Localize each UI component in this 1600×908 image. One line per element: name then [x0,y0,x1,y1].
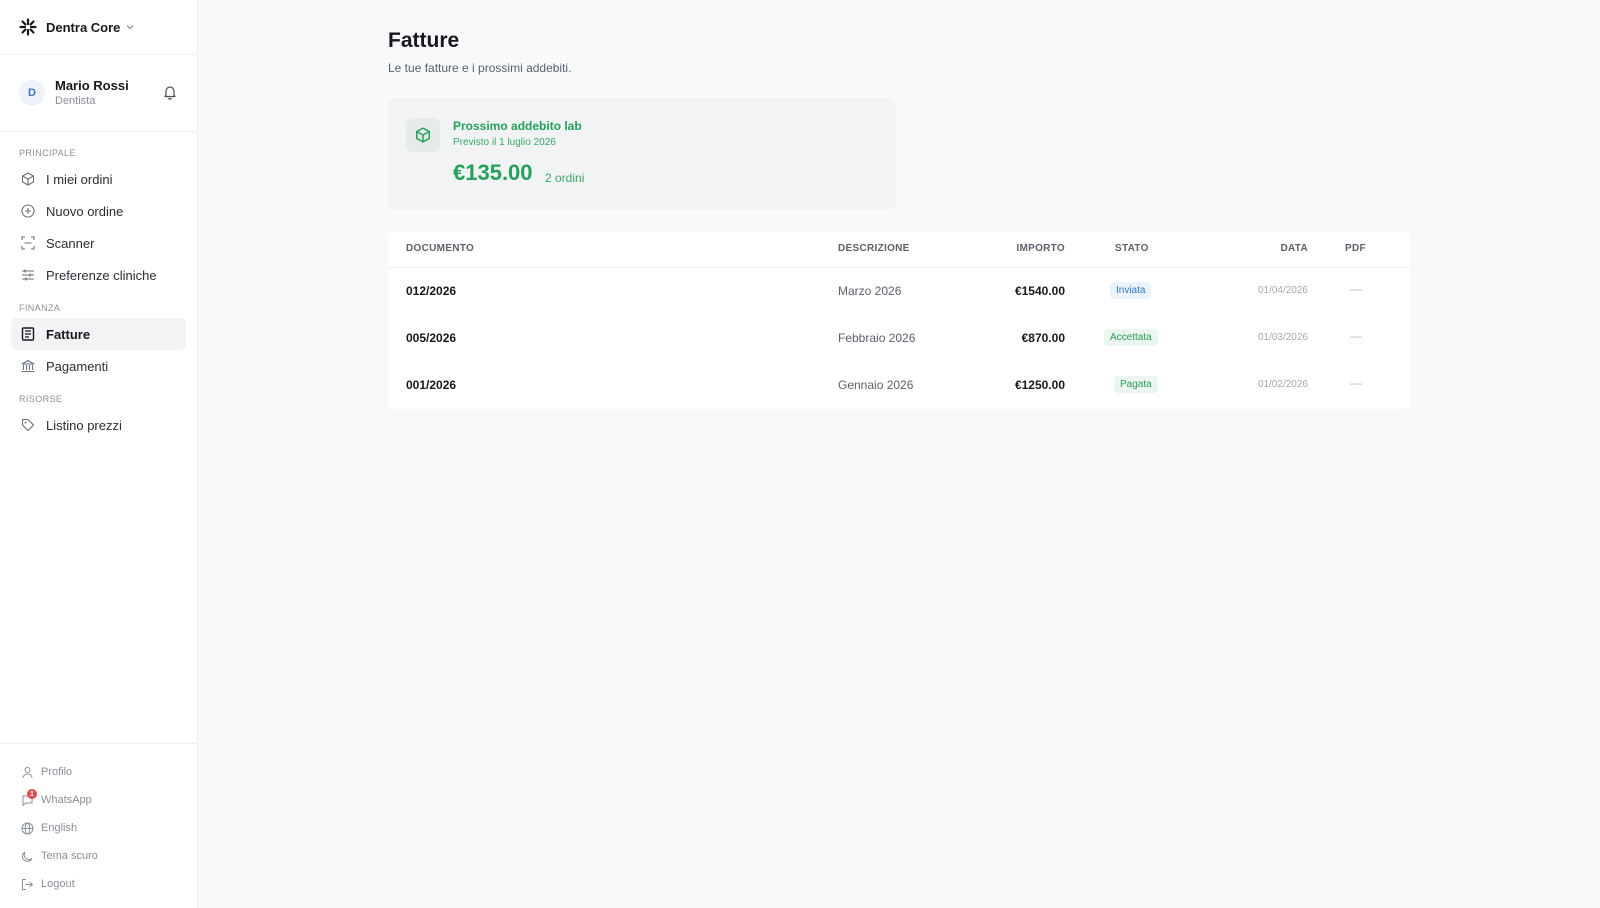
sidebar-item-clinical-preferences[interactable]: Preferenze cliniche [11,259,186,291]
sidebar-item-price-list[interactable]: Listino prezzi [11,409,186,441]
column-header-description[interactable]: DESCRIZIONE [838,243,910,254]
invoice-number[interactable]: 005/2026 [406,331,456,345]
status-badge: Accettata [1104,329,1158,346]
invoice-number[interactable]: 012/2026 [406,284,456,298]
dark-theme-toggle[interactable]: Tema scuro [0,842,198,870]
user-role: Dentista [55,94,96,107]
sidebar: Dentra Core D Mario Rossi Dentista PRINC… [0,0,198,908]
column-header-document[interactable]: DOCUMENTO [406,243,474,254]
brand-logo-icon [19,18,37,36]
table-row[interactable]: 001/2026 Gennaio 2026 €1250.00 Pagata 01… [388,362,1410,409]
invoice-description: Gennaio 2026 [838,378,914,392]
invoice-date: 01/02/2026 [1257,379,1308,390]
table-row[interactable]: 012/2026 Marzo 2026 €1540.00 Inviata 01/… [388,268,1410,315]
box-icon [20,171,36,187]
sidebar-item-orders[interactable]: I miei ordini [11,163,186,195]
sidebar-item-label: Listino prezzi [46,417,122,433]
status-badge: Inviata [1110,282,1152,299]
notification-badge: 1 [27,789,37,799]
plus-circle-icon [20,203,36,219]
invoices-table: DOCUMENTO DESCRIZIONE IMPORTO STATO DATA… [388,232,1410,409]
profile-label: Profilo [41,766,73,778]
invoice-description: Febbraio 2026 [838,331,916,345]
sidebar-item-label: I miei ordini [46,171,113,187]
column-header-status[interactable]: STATO [1115,243,1149,254]
bell-icon[interactable] [162,84,178,100]
moon-icon [21,850,34,863]
sidebar-item-label: Nuovo ordine [46,203,124,219]
column-header-date[interactable]: DATA [1281,243,1309,254]
column-header-pdf: PDF [1345,243,1366,254]
nav-section-risorse: RISORSE [19,394,63,404]
table-header: DOCUMENTO DESCRIZIONE IMPORTO STATO DATA… [388,232,1410,268]
page-title: Fatture [388,29,460,52]
logout-icon [21,878,34,891]
sliders-icon [20,267,36,283]
sidebar-item-label: Preferenze cliniche [46,267,157,283]
chevron-down-icon [125,22,135,32]
language-label: English [41,822,78,834]
sidebar-item-invoices[interactable]: Fatture [11,318,186,350]
table-row[interactable]: 005/2026 Febbraio 2026 €870.00 Accettata… [388,315,1410,362]
globe-icon [21,822,34,835]
page-subtitle: Le tue fatture e i prossimi addebiti. [388,61,572,75]
pdf-placeholder: — [1350,282,1362,296]
brand-name: Dentra Core [46,19,121,35]
profile-link[interactable]: Profilo [0,758,198,786]
avatar: D [19,80,45,106]
logout-link[interactable]: Logout [0,870,198,898]
nav-section-finanza: FINANZA [19,303,61,313]
user-card: D Mario Rossi Dentista [0,55,197,132]
status-badge: Pagata [1114,376,1158,393]
invoice-number[interactable]: 001/2026 [406,378,456,392]
next-charge-date: Previsto il 1 luglio 2026 [453,137,556,148]
sidebar-item-label: Pagamenti [46,358,109,374]
logout-label: Logout [41,878,75,890]
invoice-description: Marzo 2026 [838,284,902,298]
invoice-amount: €1250.00 [1014,378,1065,392]
scan-icon [20,235,36,251]
next-charge-amount: €135.00 [453,160,533,185]
invoice-amount: €1540.00 [1014,284,1065,298]
sidebar-item-scanner[interactable]: Scanner [11,227,186,259]
sidebar-item-label: Fatture [46,326,91,342]
whatsapp-label: WhatsApp [41,794,92,806]
sidebar-item-label: Scanner [46,235,95,251]
bank-icon [20,358,36,374]
whatsapp-link[interactable]: 1 WhatsApp [0,786,198,814]
column-header-amount[interactable]: IMPORTO [1016,243,1065,254]
box-icon [406,118,440,152]
invoice-amount: €870.00 [1021,331,1065,345]
brand-switcher[interactable]: Dentra Core [0,0,197,55]
sidebar-item-payments[interactable]: Pagamenti [11,350,186,382]
user-name: Mario Rossi [55,77,129,93]
sidebar-item-new-order[interactable]: Nuovo ordine [11,195,186,227]
next-charge-order-count: 2 ordini [545,171,585,185]
invoice-date: 01/04/2026 [1257,285,1308,296]
next-charge-title: Prossimo addebito lab [453,119,582,133]
nav-section-principale: PRINCIPALE [19,148,76,158]
invoice-icon [20,326,36,342]
next-charge-card: Prossimo addebito lab Previsto il 1 lugl… [388,98,896,210]
user-icon [21,766,34,779]
invoice-date: 01/03/2026 [1257,332,1308,343]
dark-theme-label: Tema scuro [41,850,98,862]
language-toggle[interactable]: English [0,814,198,842]
pdf-placeholder: — [1350,376,1362,390]
sidebar-footer: Profilo 1 WhatsApp English Tema scuro Lo… [0,743,198,908]
pdf-placeholder: — [1350,329,1362,343]
tag-icon [20,417,36,433]
